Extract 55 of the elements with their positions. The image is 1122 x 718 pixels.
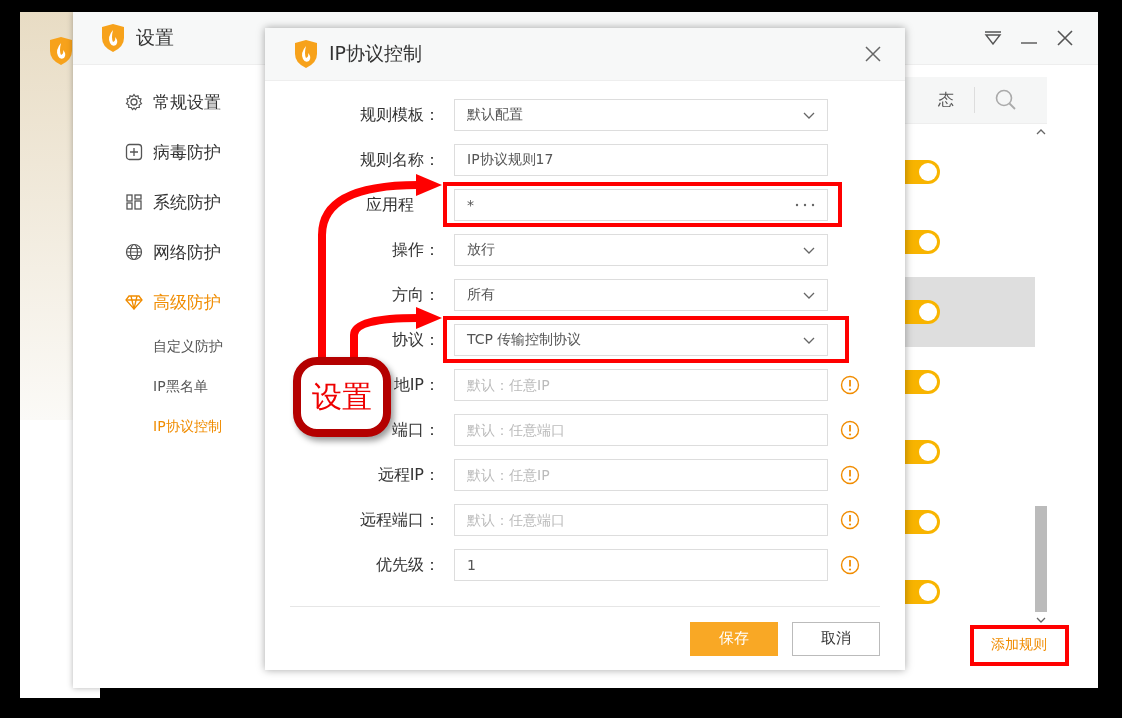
input-field[interactable]: 默认：任意IP: [454, 369, 828, 401]
field-label: 优先级：: [376, 554, 440, 576]
shield-logo-icon: [293, 40, 319, 68]
field-label: 协议：: [392, 329, 440, 351]
search-icon[interactable]: [995, 89, 1017, 111]
sidebar-subitem[interactable]: IP黑名单: [125, 367, 263, 407]
field-label: 规则模板：: [360, 104, 440, 126]
close-button[interactable]: [865, 46, 881, 62]
input-field[interactable]: IP协议规则17: [454, 144, 828, 176]
field-label: 方向：: [392, 284, 440, 306]
chevron-down-icon: [803, 111, 815, 119]
scroll-up-icon[interactable]: [1036, 128, 1046, 135]
sidebar-item[interactable]: 系统防护: [125, 177, 263, 227]
info-icon[interactable]: [840, 510, 860, 530]
field-label: 地IP：: [393, 374, 440, 396]
cancel-button[interactable]: 取消: [792, 621, 880, 656]
gear-icon: [125, 93, 143, 111]
field-label: 远程端口：: [360, 509, 440, 531]
callout-label: 设置: [293, 357, 391, 437]
field-label: 远程IP：: [377, 464, 440, 486]
blocks-icon: [125, 193, 143, 211]
dropdown-field[interactable]: 所有: [454, 279, 828, 311]
info-icon[interactable]: [840, 465, 860, 485]
dropdown-field[interactable]: 默认配置: [454, 99, 828, 131]
more-icon[interactable]: [795, 203, 815, 207]
window-title: 设置: [136, 25, 174, 50]
field-label: 规则名称：: [360, 149, 440, 171]
field-label: 端口：: [392, 419, 440, 441]
column-header: 态: [938, 89, 954, 111]
close-icon[interactable]: [1056, 29, 1074, 47]
app-picker-field[interactable]: *: [454, 189, 828, 221]
sidebar-item[interactable]: 常规设置: [125, 77, 263, 127]
field-label: 操作：: [392, 239, 440, 261]
diamond-icon: [125, 293, 143, 311]
scroll-down-icon[interactable]: [1036, 617, 1046, 624]
sidebar-item[interactable]: 网络防护: [125, 227, 263, 277]
info-icon[interactable]: [840, 420, 860, 440]
globe-icon: [125, 243, 143, 261]
sidebar-item[interactable]: 病毒防护: [125, 127, 263, 177]
chevron-down-icon: [803, 291, 815, 299]
input-field[interactable]: 1: [454, 549, 828, 581]
sidebar-subitem[interactable]: 自定义防护: [125, 327, 263, 367]
plus-square-icon: [125, 143, 143, 161]
info-icon[interactable]: [840, 375, 860, 395]
dropdown-field[interactable]: 放行: [454, 234, 828, 266]
scrollbar-thumb[interactable]: [1035, 506, 1047, 612]
dropdown-field[interactable]: TCP 传输控制协议: [454, 324, 828, 356]
shield-logo-icon: [100, 24, 126, 52]
info-icon[interactable]: [840, 555, 860, 575]
chevron-down-icon: [803, 336, 815, 344]
chevron-down-icon: [803, 246, 815, 254]
field-label: 应用程: [366, 194, 414, 216]
dialog-title: IP协议控制: [329, 41, 423, 66]
input-field[interactable]: 默认：任意IP: [454, 459, 828, 491]
dropdown-icon[interactable]: [984, 31, 1002, 45]
